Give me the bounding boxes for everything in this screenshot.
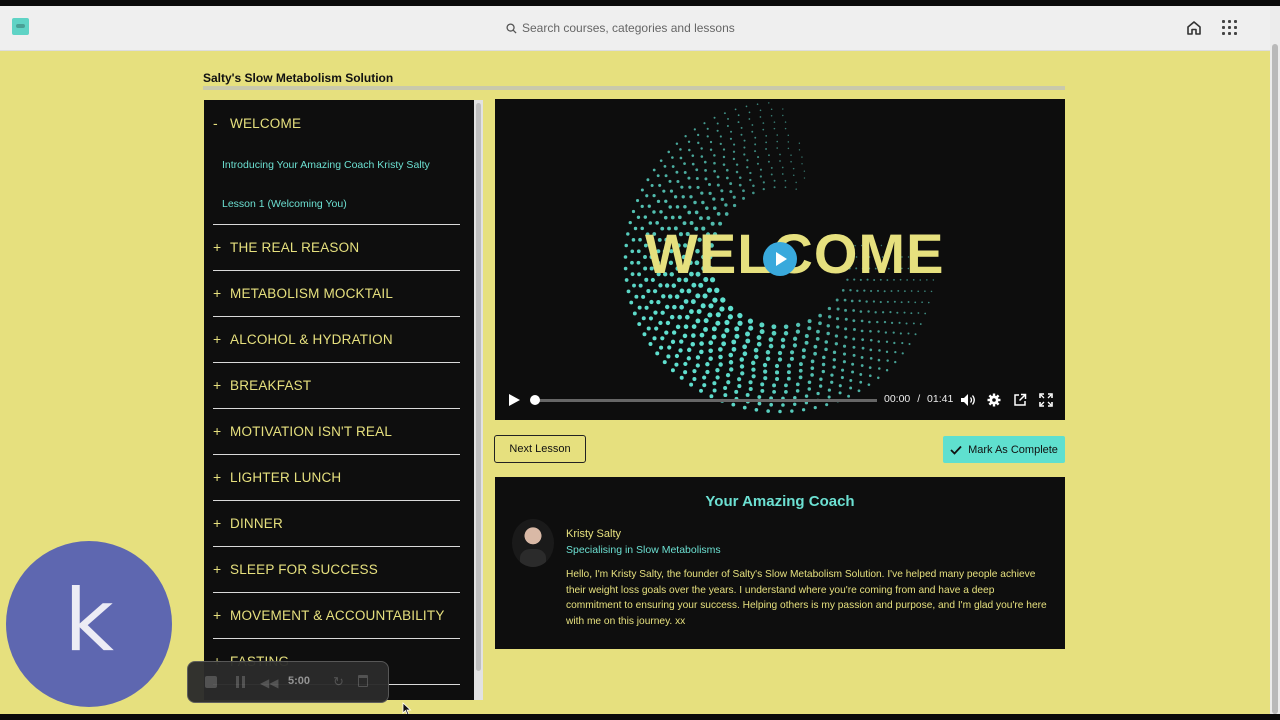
coach-heading: Your Amazing Coach <box>705 493 855 510</box>
restart-icon[interactable]: ↻ <box>333 674 344 690</box>
video-progress-handle[interactable] <box>530 395 540 405</box>
fullscreen-icon[interactable] <box>1039 393 1053 407</box>
trash-icon[interactable] <box>358 675 368 687</box>
sidebar-section[interactable]: + MOVEMENT & ACCOUNTABILITY <box>213 592 460 639</box>
video-time: 00:00 / 01:41 <box>884 393 953 405</box>
coach-specialty: Specialising in Slow Metabolisms <box>566 544 721 556</box>
section-title: WELCOME <box>230 115 302 131</box>
expand-icon: + <box>213 561 222 577</box>
search-input[interactable]: Search courses, categories and lessons <box>522 21 735 35</box>
lesson-link[interactable]: Lesson 1 (Welcoming You) <box>213 185 460 224</box>
section-title: ALCOHOL & HYDRATION <box>230 331 393 347</box>
sidebar-section[interactable]: + MOTIVATION ISN'T REAL <box>213 408 460 455</box>
video-controls: 00:00 / 01:41 <box>495 385 1065 415</box>
course-title: Salty's Slow Metabolism Solution <box>203 71 394 85</box>
course-sidebar: - WELCOME Introducing Your Amazing Coach… <box>204 100 474 700</box>
checkmark-icon <box>950 445 962 455</box>
expand-icon: + <box>213 377 222 393</box>
lesson-link[interactable]: Introducing Your Amazing Coach Kristy Sa… <box>213 146 460 185</box>
section-title: SLEEP FOR SUCCESS <box>230 561 378 577</box>
sidebar-section[interactable]: + THE REAL REASON <box>213 224 460 271</box>
mark-complete-label: Mark As Complete <box>968 443 1058 456</box>
coach-name: Kristy Salty <box>566 528 622 540</box>
section-title: DINNER <box>230 515 283 531</box>
apps-grid-icon[interactable] <box>1222 20 1238 36</box>
pause-icon[interactable] <box>235 676 247 688</box>
recording-time: 5:00 <box>288 675 311 687</box>
coach-avatar <box>512 519 554 567</box>
video-progress-bar[interactable] <box>535 399 877 402</box>
play-icon[interactable] <box>507 393 521 407</box>
play-icon <box>776 252 787 266</box>
collapse-icon: - <box>213 115 218 131</box>
expand-icon: + <box>213 285 222 301</box>
sidebar-section[interactable]: + ALCOHOL & HYDRATION <box>213 316 460 363</box>
page-scrollbar[interactable] <box>1270 6 1280 714</box>
title-divider <box>203 86 1065 90</box>
webcam-avatar[interactable]: k <box>6 541 172 707</box>
mark-complete-button[interactable]: Mark As Complete <box>943 436 1065 463</box>
expand-icon: + <box>213 239 222 255</box>
sidebar-section-welcome: - WELCOME Introducing Your Amazing Coach… <box>213 100 460 225</box>
top-navigation-bar: Search courses, categories and lessons <box>0 6 1270 51</box>
section-title: LIGHTER LUNCH <box>230 469 342 485</box>
expand-icon: + <box>213 469 222 485</box>
next-lesson-button[interactable]: Next Lesson <box>494 435 586 463</box>
rewind-icon[interactable]: ◀◀ <box>260 676 278 690</box>
sidebar-section[interactable]: + SLEEP FOR SUCCESS <box>213 546 460 593</box>
sidebar-scrollbar-thumb[interactable] <box>476 103 481 671</box>
expand-icon: + <box>213 515 222 531</box>
section-title: METABOLISM MOCKTAIL <box>230 285 394 301</box>
sidebar-scrollbar[interactable] <box>474 100 483 700</box>
screen-bottom-border <box>0 714 1280 720</box>
coach-bio: Hello, I'm Kristy Salty, the founder of … <box>566 569 1047 628</box>
duration: 01:41 <box>927 393 954 405</box>
sidebar-section[interactable]: + BREAKFAST <box>213 362 460 409</box>
sidebar-section[interactable]: + LIGHTER LUNCH <box>213 454 460 501</box>
expand-icon: + <box>213 423 222 439</box>
time-separator: / <box>917 393 921 405</box>
section-title: MOVEMENT & ACCOUNTABILITY <box>230 607 445 623</box>
section-title: BREAKFAST <box>230 377 312 393</box>
video-player[interactable]: WELCOME 00:00 / 01:41 <box>495 99 1065 420</box>
big-play-button[interactable] <box>763 242 797 276</box>
expand-icon: + <box>213 607 222 623</box>
expand-icon: + <box>213 331 222 347</box>
section-title: THE REAL REASON <box>230 239 360 255</box>
sidebar-section[interactable]: + METABOLISM MOCKTAIL <box>213 270 460 317</box>
search-icon <box>506 22 517 34</box>
sidebar-section[interactable]: + DINNER <box>213 500 460 547</box>
coach-card: Your Amazing Coach Kristy Salty Speciali… <box>495 477 1065 649</box>
section-title: MOTIVATION ISN'T REAL <box>230 423 393 439</box>
home-icon[interactable] <box>1185 19 1203 37</box>
search-box[interactable]: Search courses, categories and lessons <box>506 18 776 38</box>
stop-record-icon[interactable] <box>205 676 217 688</box>
settings-gear-icon[interactable] <box>987 393 1001 407</box>
sidebar-section-header[interactable]: - WELCOME <box>213 100 460 146</box>
volume-icon[interactable] <box>960 393 976 407</box>
page-scrollbar-thumb[interactable] <box>1272 44 1278 714</box>
popout-icon[interactable] <box>1013 393 1027 407</box>
app-logo[interactable] <box>12 18 29 35</box>
current-time: 00:00 <box>884 393 911 405</box>
screen-recorder-toolbar: ◀◀ 5:00 ↻ <box>187 661 389 703</box>
avatar-initial: k <box>64 571 114 671</box>
